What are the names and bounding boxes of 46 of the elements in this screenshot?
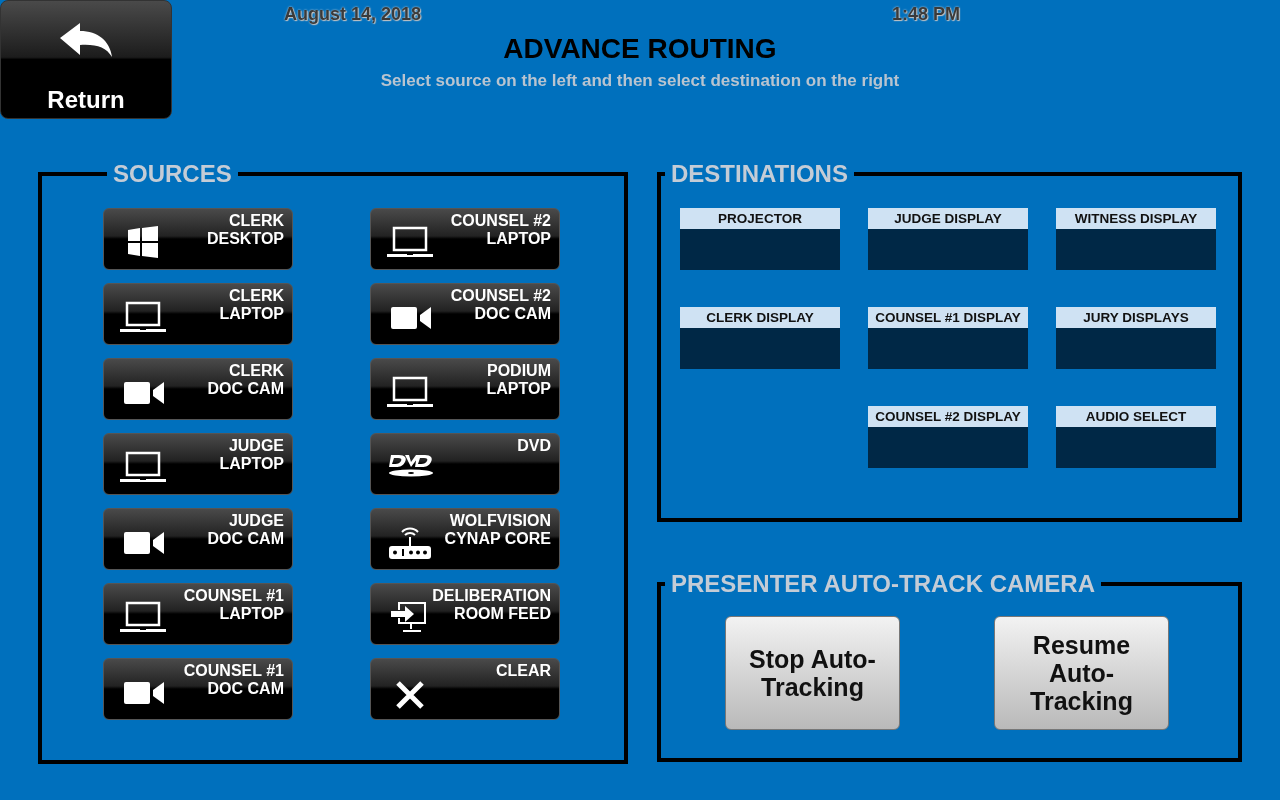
laptop-icon (387, 226, 433, 260)
source-button[interactable]: WOLFVISION CYNAP CORE (370, 508, 560, 570)
source-button[interactable]: CLERK LAPTOP (103, 283, 293, 345)
back-arrow-icon (60, 23, 112, 57)
destinations-heading: DESTINATIONS (670, 160, 849, 188)
destination-tile[interactable]: PROJECTOR (680, 208, 840, 270)
source-button[interactable]: COUNSEL #2 LAPTOP (370, 208, 560, 270)
source-button[interactable]: COUNSEL #2 DOC CAM (370, 283, 560, 345)
time-label: 1:48 PM (891, 4, 960, 25)
page-title: ADVANCE ROUTING (503, 33, 777, 65)
destination-tile[interactable]: JURY DISPLAYS (1056, 307, 1216, 369)
laptop-icon (120, 301, 166, 335)
source-button[interactable]: JUDGE LAPTOP (103, 433, 293, 495)
return-button[interactable]: Return (0, 0, 172, 119)
destination-tile[interactable]: COUNSEL #2 DISPLAY (868, 406, 1028, 468)
destination-tile[interactable]: WITNESS DISPLAY (1056, 208, 1216, 270)
destination-tile[interactable]: COUNSEL #1 DISPLAY (868, 307, 1028, 369)
instruction-text: Select source on the left and then select destination on the right (380, 71, 900, 91)
close-icon (395, 680, 425, 710)
monitor-input-icon (391, 601, 427, 633)
video-camera-icon (391, 305, 431, 331)
destination-tile[interactable]: AUDIO SELECT (1056, 406, 1216, 468)
source-button[interactable]: DVD (370, 433, 560, 495)
sources-heading: SOURCES (112, 160, 233, 188)
destination-tile[interactable]: CLERK DISPLAY (680, 307, 840, 369)
laptop-icon (387, 376, 433, 410)
tracking-button[interactable]: Resume Auto-Tracking (994, 616, 1169, 730)
source-button[interactable]: DELIBERATION ROOM FEED (370, 583, 560, 645)
source-button[interactable]: CLERK DESKTOP (103, 208, 293, 270)
source-button[interactable]: COUNSEL #1 LAPTOP (103, 583, 293, 645)
source-button[interactable]: PODIUM LAPTOP (370, 358, 560, 420)
destination-tile[interactable]: JUDGE DISPLAY (868, 208, 1028, 270)
video-camera-icon (124, 680, 164, 706)
laptop-icon (120, 601, 166, 635)
laptop-icon (120, 451, 166, 485)
source-button[interactable]: COUNSEL #1 DOC CAM (103, 658, 293, 720)
video-camera-icon (124, 530, 164, 556)
source-button[interactable]: JUDGE DOC CAM (103, 508, 293, 570)
windows-icon (128, 226, 158, 258)
source-button[interactable]: CLERK DOC CAM (103, 358, 293, 420)
source-button[interactable]: CLEAR (370, 658, 560, 720)
tracking-button[interactable]: Stop Auto-Tracking (725, 616, 900, 730)
camera-heading: PRESENTER AUTO-TRACK CAMERA (670, 570, 1096, 598)
dvd-icon (387, 453, 435, 477)
video-camera-icon (124, 380, 164, 406)
date-label: August 14, 2018 (284, 4, 422, 25)
